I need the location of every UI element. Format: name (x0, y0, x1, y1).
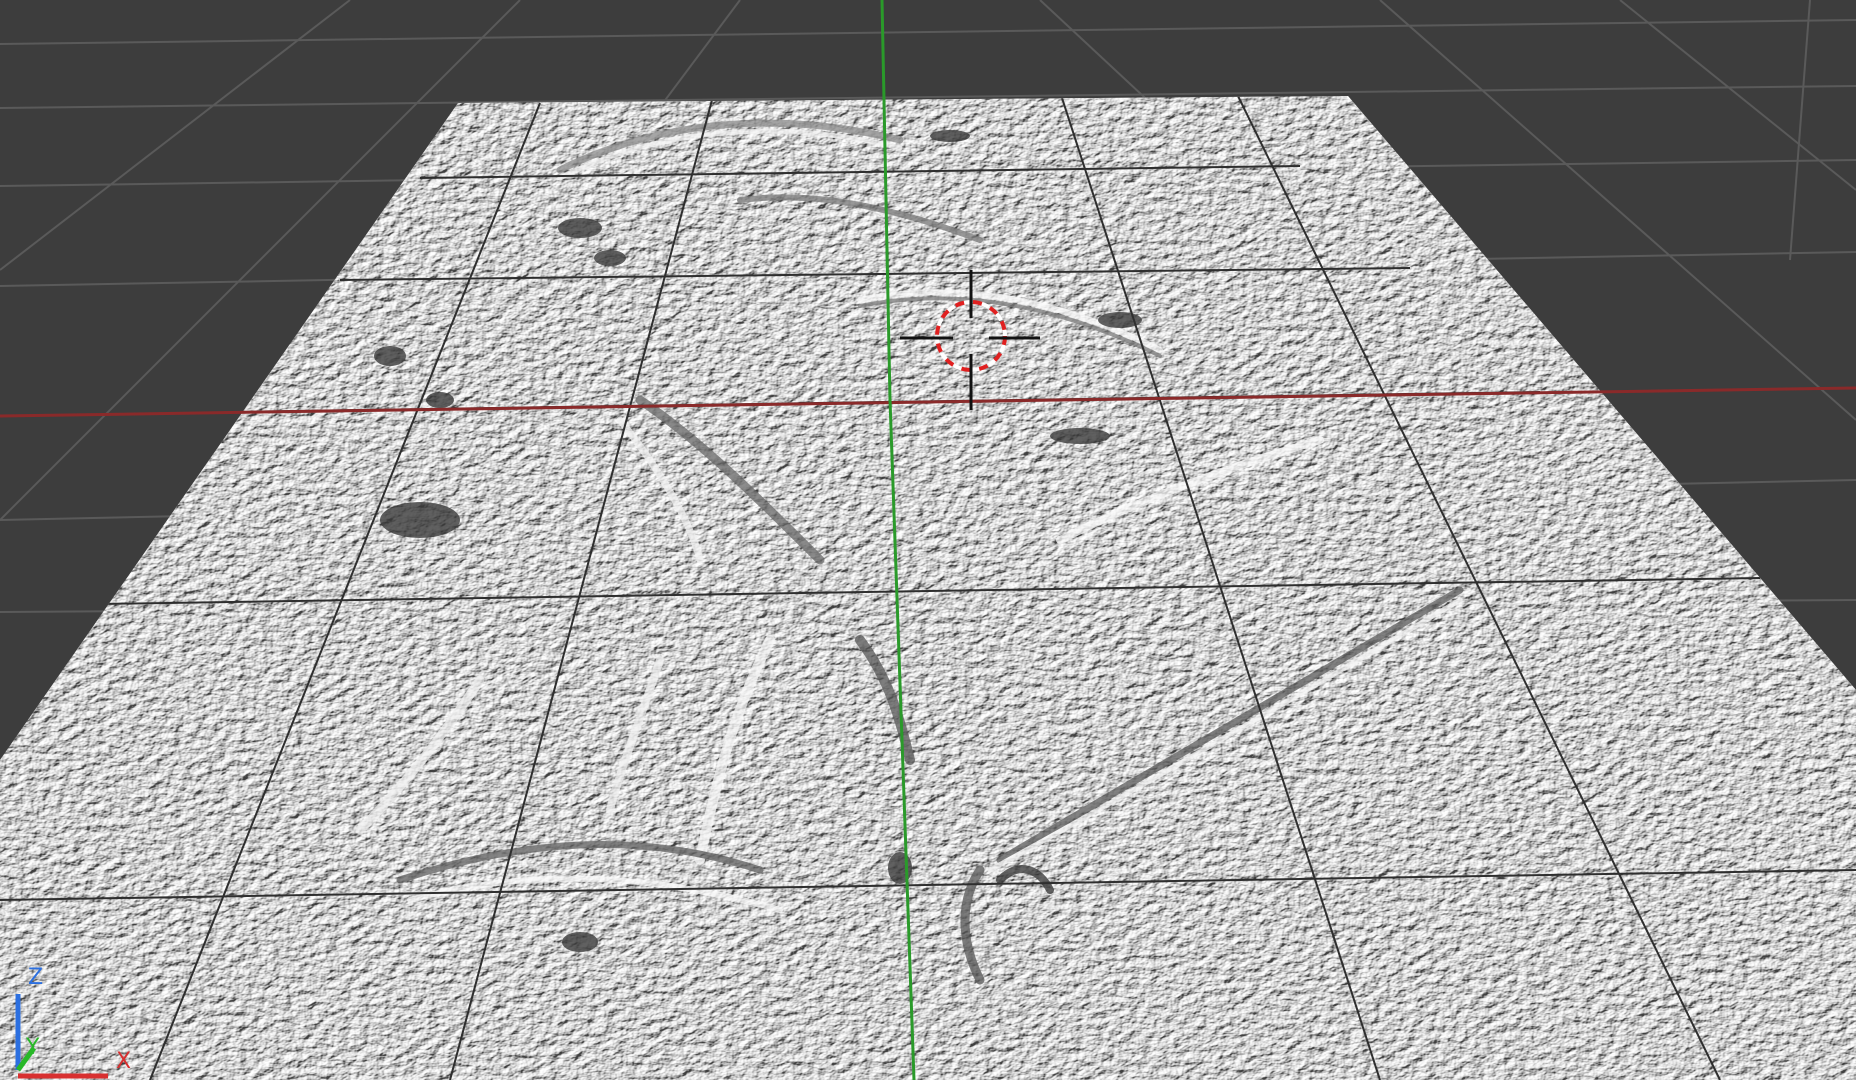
terrain-mesh[interactable] (0, 90, 1856, 1080)
viewport-canvas[interactable]: Z Y X (0, 0, 1856, 1080)
3d-viewport[interactable]: Z Y X (0, 0, 1856, 1080)
gizmo-x-label: X (116, 1049, 131, 1074)
gizmo-y-label: Y (25, 1035, 40, 1060)
gizmo-z-label: Z (28, 965, 43, 990)
